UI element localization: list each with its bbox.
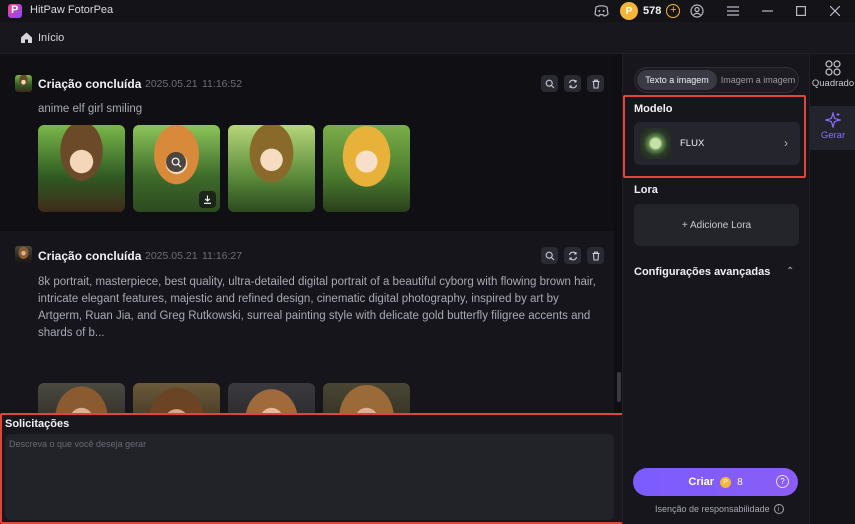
card-title: Criação concluída — [38, 249, 142, 263]
tab-image-to-image[interactable]: Imagem a imagem — [719, 70, 797, 90]
creation-card: Criação concluída 2025.05.21 11:16:52 an… — [0, 54, 614, 229]
prompt-panel: Solicitações — [0, 413, 630, 524]
card-time: 11:16:27 — [202, 250, 243, 262]
rail-label: Quadrado — [811, 78, 855, 89]
create-button[interactable]: Criar P 8 ? — [633, 468, 798, 496]
result-thumbnails — [38, 125, 410, 212]
account-icon[interactable] — [688, 2, 706, 20]
feed-scrollbar[interactable] — [617, 372, 621, 402]
card-date: 2025.05.21 — [145, 78, 198, 90]
add-coins-icon[interactable]: + — [666, 4, 681, 18]
zoom-button[interactable] — [541, 75, 558, 92]
disclaimer-link[interactable]: Isenção de responsabilidade i — [655, 504, 784, 514]
coin-icon: P — [620, 2, 638, 20]
card-prompt: anime elf girl smiling — [38, 103, 143, 115]
title-bar: HitPaw FotorPea P 578 + — [0, 0, 855, 22]
avatar — [15, 246, 32, 263]
model-name: FLUX — [680, 138, 705, 149]
download-icon[interactable] — [199, 191, 216, 208]
tab-text-to-image[interactable]: Texto a imagem — [637, 70, 717, 90]
zoom-button[interactable] — [541, 247, 558, 264]
coin-icon: P — [720, 476, 732, 488]
chevron-right-icon: › — [784, 136, 788, 150]
grid-icon — [825, 60, 841, 76]
create-cost: 8 — [737, 476, 743, 488]
lora-label: Lora — [634, 184, 658, 196]
card-title: Criação concluída — [38, 77, 142, 91]
discord-icon[interactable] — [592, 2, 610, 20]
result-image[interactable] — [133, 125, 220, 212]
prompt-input[interactable] — [5, 434, 614, 520]
regenerate-icon — [568, 251, 577, 260]
breadcrumb-home[interactable]: Início — [38, 32, 64, 44]
model-selector[interactable]: FLUX › — [634, 122, 800, 165]
regenerate-icon — [568, 79, 577, 88]
avatar — [15, 75, 32, 92]
breadcrumb: Início — [0, 22, 855, 54]
result-image[interactable] — [38, 125, 125, 212]
delete-button[interactable] — [587, 75, 604, 92]
preview-icon[interactable] — [166, 152, 186, 172]
home-icon[interactable] — [20, 31, 33, 44]
coin-balance[interactable]: P 578 + — [620, 1, 681, 21]
model-label: Modelo — [634, 103, 673, 115]
regenerate-button[interactable] — [564, 75, 581, 92]
rail-label: Gerar — [820, 130, 846, 141]
nav-rail: Quadrado Gerar — [809, 54, 855, 524]
result-image[interactable] — [228, 125, 315, 212]
trash-icon — [592, 79, 599, 89]
card-actions — [541, 75, 604, 92]
menu-icon[interactable] — [724, 2, 742, 20]
card-prompt: 8k portrait, masterpiece, best quality, … — [38, 276, 596, 339]
create-label: Criar — [688, 476, 715, 488]
close-icon[interactable] — [826, 2, 844, 20]
trash-icon — [592, 251, 599, 261]
zoom-icon — [545, 79, 554, 88]
maximize-icon[interactable] — [792, 2, 810, 20]
sparkle-icon — [825, 112, 841, 128]
minimize-icon[interactable] — [758, 2, 776, 20]
card-time: 11:16:52 — [202, 78, 243, 90]
prompt-label: Solicitações — [5, 418, 70, 430]
delete-button[interactable] — [587, 247, 604, 264]
help-icon[interactable]: ? — [776, 475, 789, 488]
rail-item-quadrado[interactable]: Quadrado — [810, 60, 855, 98]
result-image[interactable] — [323, 125, 410, 212]
zoom-icon — [545, 251, 554, 260]
card-date: 2025.05.21 — [145, 250, 198, 262]
app-title: HitPaw FotorPea — [30, 4, 114, 16]
add-lora-button[interactable]: + Adicione Lora — [634, 204, 799, 246]
advanced-settings-toggle[interactable]: Configurações avançadas — [634, 266, 770, 278]
app-logo-icon — [8, 4, 22, 18]
info-icon: i — [773, 504, 784, 514]
model-thumbnail — [640, 128, 671, 159]
disclaimer-text: Isenção de responsabilidade — [655, 504, 770, 514]
model-section: Modelo FLUX › — [623, 95, 806, 178]
chevron-up-icon[interactable]: ⌃ — [786, 266, 794, 277]
rail-item-gerar[interactable]: Gerar — [810, 106, 855, 150]
mode-switch: Texto a imagem Imagem a imagem — [634, 67, 799, 93]
card-actions — [541, 247, 604, 264]
regenerate-button[interactable] — [564, 247, 581, 264]
coin-count: 578 — [643, 5, 662, 17]
generation-settings-panel: Texto a imagem Imagem a imagem Modelo FL… — [622, 54, 809, 524]
